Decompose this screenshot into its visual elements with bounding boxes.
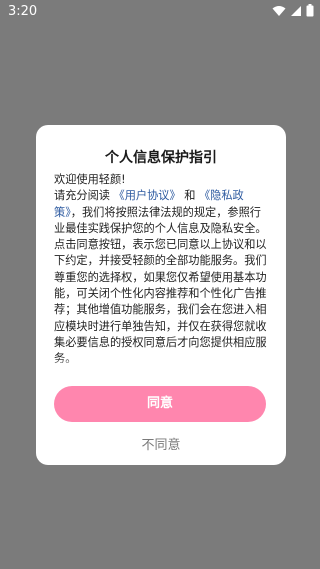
dialog-body[interactable]: 欢迎使用轻颜! 请充分阅读 《用户协议》 和 《隐私政策》，我们将按照法律法规的… [54,172,268,372]
body-fade [54,357,268,373]
status-icons [272,4,314,17]
status-time: 3:20 [8,4,38,19]
agree-button[interactable]: 同意 [54,386,266,422]
cellular-signal-icon [291,5,301,16]
user-agreement-link[interactable]: 《用户协议》 [114,189,181,202]
dialog-title: 个人信息保护指引 [105,150,217,166]
privacy-dialog: 个人信息保护指引 欢迎使用轻颜! 请充分阅读 《用户协议》 和 《隐私政策》，我… [36,125,286,465]
status-bar: 3:20 [0,0,320,24]
and-text: 和 [180,189,199,203]
battery-icon [306,4,314,17]
body-text: ，我们将按照法律法规的规定，参照行业最佳实践保护您的个人信息及隐私安全。点击同意… [54,205,267,366]
welcome-text: 欢迎使用轻颜! [54,173,126,186]
wifi-icon [272,5,286,16]
intro-prefix: 请充分阅读 [54,189,114,203]
disagree-button[interactable]: 不同意 [36,434,286,453]
